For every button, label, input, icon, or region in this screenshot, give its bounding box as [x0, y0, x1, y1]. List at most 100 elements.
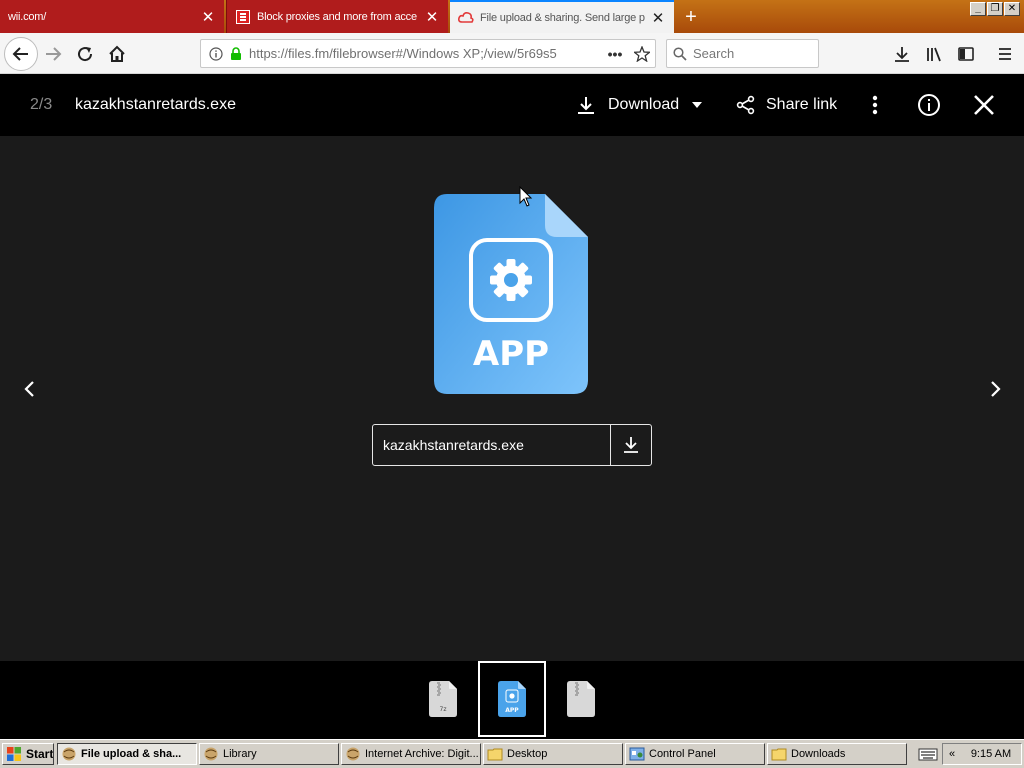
share-link-button[interactable]: Share link: [736, 92, 837, 118]
back-button[interactable]: [4, 37, 38, 71]
bookmark-star-icon[interactable]: [629, 45, 655, 62]
sidebar-button[interactable]: [951, 39, 981, 69]
tab-files-fm[interactable]: File upload & sharing. Send large p ✕: [450, 0, 674, 33]
info-icon[interactable]: [205, 46, 227, 61]
new-tab-button[interactable]: +: [680, 6, 702, 28]
task-label: Internet Archive: Digit...: [365, 748, 479, 760]
home-button[interactable]: [102, 39, 132, 69]
thumb-label: APP: [505, 707, 519, 714]
tab-wii[interactable]: wii.com/ ✕: [0, 0, 224, 33]
taskbar-item-control-panel[interactable]: Control Panel: [625, 743, 765, 765]
filename-label: kazakhstanretards.exe: [383, 437, 524, 453]
start-label: Start: [26, 747, 54, 761]
taskbar-item-downloads[interactable]: Downloads: [767, 743, 907, 765]
share-icon: [736, 95, 755, 115]
zip-file-icon: 7z: [429, 681, 457, 717]
cloud-favicon-icon: [458, 10, 474, 26]
zip-file-icon: [567, 681, 595, 717]
next-file-button[interactable]: [985, 376, 1007, 402]
tray-expand-button[interactable]: «: [943, 748, 961, 760]
download-icon: [624, 437, 638, 453]
download-icon: [578, 97, 594, 114]
close-icon[interactable]: ✕: [650, 10, 666, 27]
file-counter: 2/3: [30, 96, 53, 113]
gear-icon: [490, 259, 532, 301]
lock-icon: [227, 46, 245, 61]
close-viewer-button[interactable]: [972, 93, 996, 117]
folder-icon: [487, 748, 503, 761]
file-title: kazakhstanretards.exe: [75, 96, 236, 113]
task-label: Library: [223, 748, 257, 760]
app-file-icon: APP: [498, 681, 526, 717]
close-window-button[interactable]: ✕: [1004, 2, 1020, 16]
thumbnail-archive[interactable]: [547, 661, 615, 737]
task-label: Downloads: [791, 748, 846, 760]
start-button[interactable]: Start: [2, 743, 54, 765]
share-link-label: Share link: [766, 96, 838, 113]
close-icon[interactable]: ✕: [424, 9, 440, 26]
control-panel-icon: [629, 747, 645, 761]
windows-logo-icon: [7, 747, 21, 761]
page-actions-icon[interactable]: •••: [601, 46, 629, 62]
previous-file-button[interactable]: [18, 376, 40, 402]
app-file-icon: APP: [434, 194, 588, 394]
thumb-label: 7z: [440, 706, 447, 713]
sidebar-icon: [958, 47, 974, 61]
vertical-dots-icon: [872, 95, 878, 115]
minimize-button[interactable]: _: [970, 2, 986, 16]
thumbnail-app-selected[interactable]: APP: [478, 661, 546, 737]
task-label: File upload & sha...: [81, 748, 182, 760]
hamburger-menu-icon: [999, 48, 1011, 60]
menu-button[interactable]: [990, 39, 1020, 69]
taskbar-item-desktop[interactable]: Desktop: [483, 743, 623, 765]
mouse-cursor-icon: [519, 186, 533, 207]
thumbnail-archive-7z[interactable]: 7z: [409, 661, 477, 737]
downloads-button[interactable]: [887, 39, 917, 69]
info-icon: [918, 94, 940, 116]
app-icon-label: APP: [473, 334, 549, 374]
taskbar-item-internet-archive[interactable]: Internet Archive: Digit...: [341, 743, 481, 765]
task-label: Desktop: [507, 748, 548, 760]
tab-label: wii.com/: [8, 10, 47, 23]
download-button[interactable]: Download: [576, 92, 703, 118]
search-bar[interactable]: [666, 39, 819, 68]
windows-taskbar: Start File upload & sha... Library Inter…: [0, 739, 1024, 768]
download-label: Download: [608, 96, 680, 113]
file-preview-area: APP kazakhstanretards.exe: [0, 136, 1024, 661]
close-icon[interactable]: ✕: [200, 9, 216, 26]
chevron-left-icon: [24, 381, 34, 397]
tab-label: File upload & sharing. Send large p: [480, 11, 645, 24]
forward-arrow-icon: [46, 47, 62, 61]
tab-block-proxies[interactable]: Block proxies and more from acce ✕: [226, 0, 448, 33]
reload-icon: [78, 47, 93, 62]
more-options-button[interactable]: [864, 92, 886, 118]
close-icon: [974, 95, 994, 115]
browser-icon: [204, 747, 218, 761]
filename-download-button[interactable]: [610, 425, 651, 465]
thumbnail-strip: 7z APP: [0, 661, 1024, 739]
url-text[interactable]: https://files.fm/filebrowser#/Windows XP…: [249, 46, 579, 61]
search-input[interactable]: [693, 46, 803, 61]
keyboard-icon[interactable]: [918, 746, 938, 762]
url-bar[interactable]: https://files.fm/filebrowser#/Windows XP…: [200, 39, 656, 68]
system-tray: « 9:15 AM: [942, 743, 1022, 765]
restore-button[interactable]: ❐: [987, 2, 1003, 16]
window-controls: _ ❐ ✕: [970, 2, 1020, 16]
chevron-right-icon: [991, 381, 1001, 397]
taskbar-item-library[interactable]: Library: [199, 743, 339, 765]
info-button[interactable]: [917, 93, 941, 117]
clock: 9:15 AM: [970, 748, 1012, 760]
tab-label: Block proxies and more from acce: [257, 10, 417, 23]
taskbar-item-browser[interactable]: File upload & sha...: [57, 743, 197, 765]
navigation-toolbar: https://files.fm/filebrowser#/Windows XP…: [0, 33, 1024, 74]
reload-button[interactable]: [70, 39, 100, 69]
library-icon: [927, 47, 941, 62]
browser-icon: [346, 747, 360, 761]
viewer-header: 2/3 kazakhstanretards.exe Download Share…: [0, 74, 1024, 136]
home-icon: [109, 45, 125, 62]
library-button[interactable]: [919, 39, 949, 69]
page-favicon-icon: [235, 9, 251, 25]
tab-strip: wii.com/ ✕ Block proxies and more from a…: [0, 0, 1024, 33]
browser-icon: [62, 747, 76, 761]
forward-button[interactable]: [38, 39, 68, 69]
